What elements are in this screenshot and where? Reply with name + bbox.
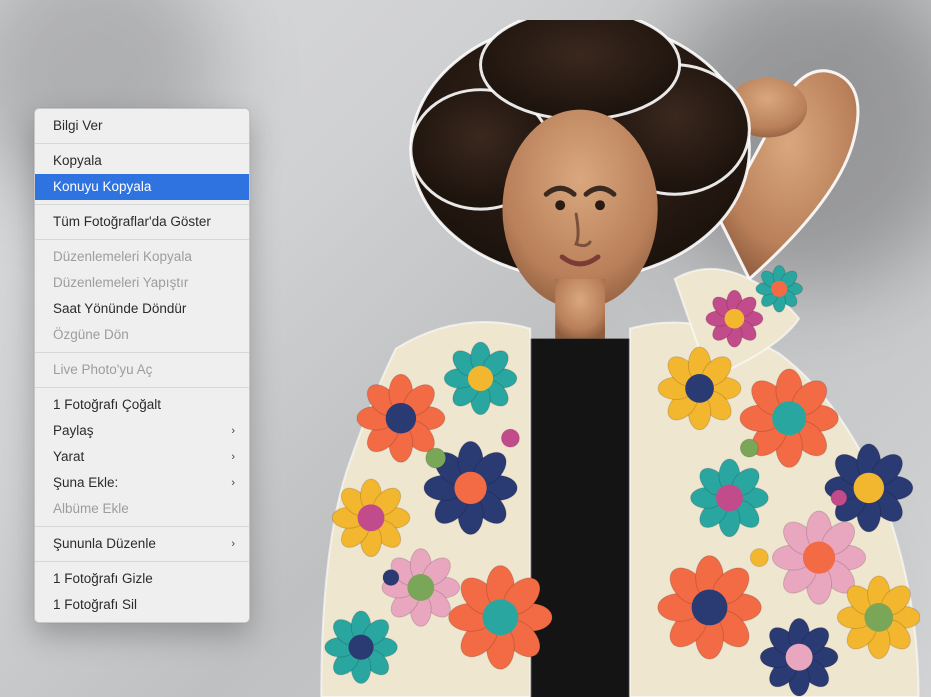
menu-item[interactable]: Bilgi Ver: [35, 113, 249, 139]
menu-item-label: Şuna Ekle:: [53, 473, 118, 493]
chevron-right-icon: ›: [231, 534, 235, 554]
chevron-right-icon: ›: [231, 447, 235, 467]
menu-item-label: Paylaş: [53, 421, 94, 441]
menu-item: Düzenlemeleri Kopyala: [35, 244, 249, 270]
menu-item-label: Şununla Düzenle: [53, 534, 156, 554]
menu-item-label: Düzenlemeleri Kopyala: [53, 247, 192, 267]
chevron-right-icon: ›: [231, 421, 235, 441]
menu-item[interactable]: Şununla Düzenle ›: [35, 531, 249, 557]
menu-separator: [35, 143, 249, 144]
menu-item-label: Özgüne Dön: [53, 325, 129, 345]
menu-item[interactable]: Saat Yönünde Döndür: [35, 296, 249, 322]
menu-item-label: Yarat: [53, 447, 84, 467]
menu-item[interactable]: Konuyu Kopyala: [35, 174, 249, 200]
menu-separator: [35, 204, 249, 205]
menu-item-label: 1 Fotoğrafı Sil: [53, 595, 137, 615]
menu-item-label: Albüme Ekle: [53, 499, 129, 519]
menu-item: Özgüne Dön: [35, 322, 249, 348]
menu-item[interactable]: Yarat ›: [35, 444, 249, 470]
menu-item[interactable]: Tüm Fotoğraflar'da Göster: [35, 209, 249, 235]
menu-item[interactable]: 1 Fotoğrafı Gizle: [35, 566, 249, 592]
menu-item-label: 1 Fotoğrafı Çoğalt: [53, 395, 161, 415]
menu-item[interactable]: Kopyala: [35, 148, 249, 174]
menu-item[interactable]: 1 Fotoğrafı Sil: [35, 592, 249, 618]
menu-item: Düzenlemeleri Yapıştır: [35, 270, 249, 296]
photo-viewer[interactable]: Bilgi Ver Kopyala Konuyu Kopyala Tüm Fotoğr…: [0, 0, 931, 697]
menu-separator: [35, 526, 249, 527]
photo-subject: [280, 20, 920, 697]
menu-item-label: Kopyala: [53, 151, 102, 171]
menu-separator: [35, 387, 249, 388]
menu-item[interactable]: 1 Fotoğrafı Çoğalt: [35, 392, 249, 418]
menu-item-label: Saat Yönünde Döndür: [53, 299, 186, 319]
menu-separator: [35, 352, 249, 353]
menu-item-label: Tüm Fotoğraflar'da Göster: [53, 212, 211, 232]
menu-item: Albüme Ekle: [35, 496, 249, 522]
chevron-right-icon: ›: [231, 473, 235, 493]
menu-separator: [35, 561, 249, 562]
menu-item-label: 1 Fotoğrafı Gizle: [53, 569, 153, 589]
menu-item[interactable]: Paylaş ›: [35, 418, 249, 444]
menu-item-label: Live Photo'yu Aç: [53, 360, 152, 380]
menu-item[interactable]: Şuna Ekle: ›: [35, 470, 249, 496]
menu-separator: [35, 239, 249, 240]
context-menu[interactable]: Bilgi Ver Kopyala Konuyu Kopyala Tüm Fotoğr…: [34, 108, 250, 623]
menu-item: Live Photo'yu Aç: [35, 357, 249, 383]
menu-item-label: Düzenlemeleri Yapıştır: [53, 273, 188, 293]
menu-item-label: Konuyu Kopyala: [53, 177, 151, 197]
menu-item-label: Bilgi Ver: [53, 116, 103, 136]
